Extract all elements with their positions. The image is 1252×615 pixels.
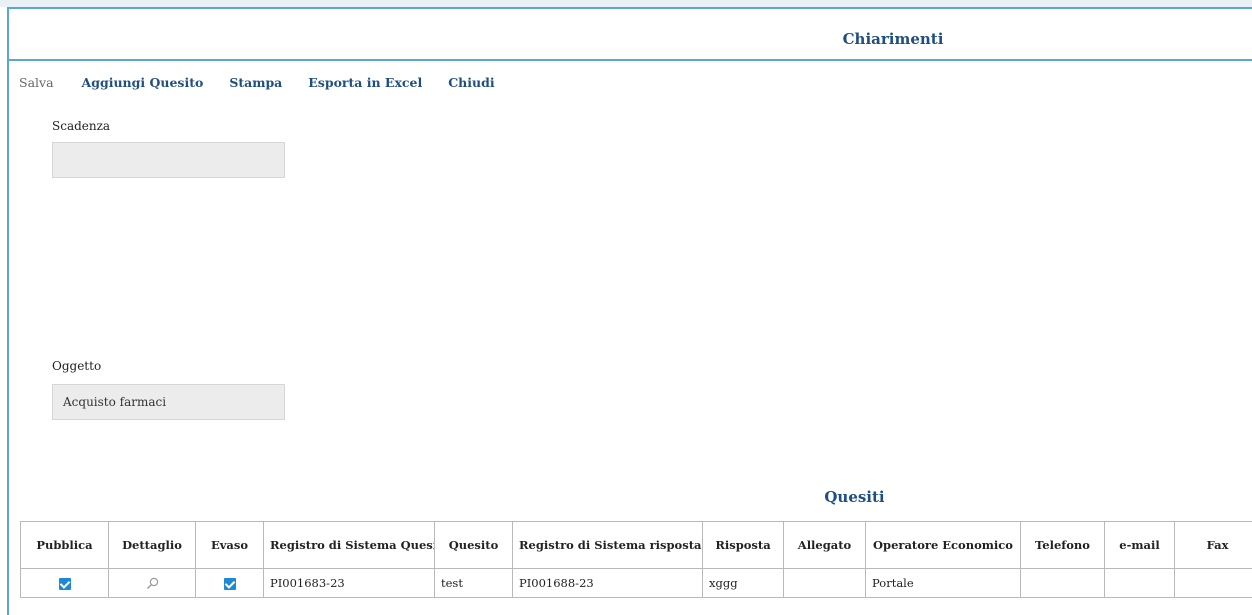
scadenza-field[interactable] [52,142,285,178]
column-header[interactable]: Telefono [1020,521,1105,569]
registro-risposta-cell: PI001688-23 [512,568,703,598]
column-header[interactable]: Quesito [434,521,513,569]
panel-header: Chiarimenti [9,9,1252,61]
table-header-row: Pubblica Dettaglio Evaso Registro di Sis… [20,521,1252,569]
quesiti-table: Pubblica Dettaglio Evaso Registro di Sis… [20,521,1252,598]
magnifier-icon[interactable] [146,577,159,590]
fax-cell [1174,568,1252,598]
column-header[interactable]: Fax [1174,521,1252,569]
column-header[interactable]: Risposta [702,521,784,569]
column-header[interactable]: Evaso [195,521,264,569]
evaso-checkbox[interactable] [223,578,236,590]
telefono-cell [1020,568,1105,598]
registro-quesito-cell: PI001683-23 [263,568,435,598]
email-cell [1104,568,1175,598]
page-title: Chiarimenti [842,30,944,48]
toolbar: Salva Aggiungi Quesito Stampa Esporta in… [19,72,521,92]
oggetto-field[interactable]: Acquisto farmaci [52,384,285,420]
oggetto-label: Oggetto [52,359,102,373]
evaso-cell [195,568,264,598]
pubblica-checkbox[interactable] [58,578,71,590]
print-button[interactable]: Stampa [229,75,282,90]
close-button[interactable]: Chiudi [448,75,494,90]
quesiti-title: Quesiti [824,488,885,506]
top-strip [0,0,1252,7]
quesito-cell: test [434,568,513,598]
scadenza-label: Scadenza [52,119,111,133]
pubblica-cell [20,568,109,598]
column-header[interactable]: Dettaglio [108,521,196,569]
dettaglio-cell [108,568,196,598]
column-header[interactable]: Pubblica [20,521,109,569]
column-header[interactable]: e-mail [1104,521,1175,569]
add-question-button[interactable]: Aggiungi Quesito [82,75,204,90]
risposta-cell: xggg [702,568,784,598]
column-header[interactable]: Registro di Sistema Quesito [263,521,435,569]
column-header[interactable]: Allegato [783,521,866,569]
operatore-cell: Portale [865,568,1021,598]
table-row: PI001683-23 test PI001688-23 xggg Portal… [20,568,1252,598]
column-header[interactable]: Registro di Sistema risposta [512,521,703,569]
save-button[interactable]: Salva [19,75,54,90]
export-excel-button[interactable]: Esporta in Excel [308,75,422,90]
column-header[interactable]: Operatore Economico [865,521,1021,569]
allegato-cell [783,568,866,598]
